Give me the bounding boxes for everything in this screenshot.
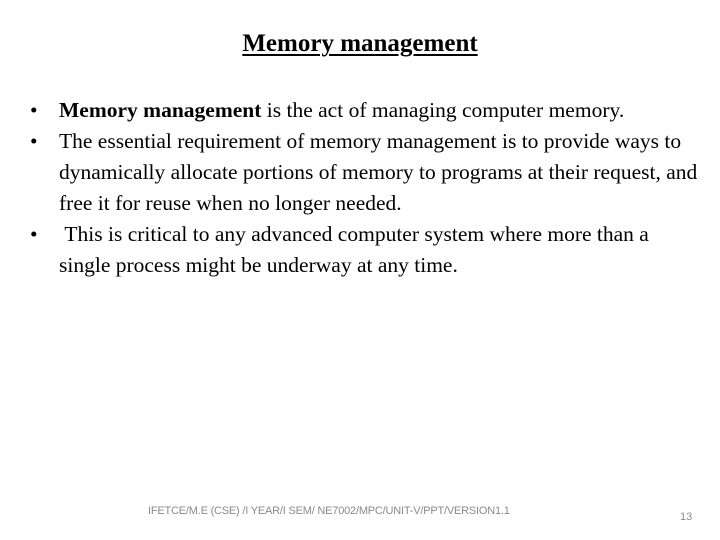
- bullet-body: This is critical to any advanced compute…: [59, 222, 655, 277]
- bullet-bold-lead: Memory management: [59, 98, 262, 122]
- bullet-icon: •: [30, 222, 38, 246]
- bullet-body: The essential requirement of memory mana…: [59, 129, 698, 215]
- bullet-icon: •: [30, 129, 38, 153]
- bullet-text: This is critical to any advanced compute…: [59, 222, 654, 277]
- bullet-item: • The essential requirement of memory ma…: [30, 126, 700, 219]
- bullet-item: • Memory management is the act of managi…: [30, 95, 700, 126]
- bullet-text: The essential requirement of memory mana…: [59, 129, 697, 215]
- bullet-icon: •: [30, 98, 38, 122]
- page-number: 13: [680, 511, 693, 523]
- bullet-text: Memory management is the act of managing…: [59, 98, 624, 122]
- bullet-item: • This is critical to any advanced compu…: [30, 219, 700, 281]
- bullet-body: is the act of managing computer memory.: [261, 98, 625, 122]
- slide-footer: IFETCE/M.E (CSE) /I YEAR/I SEM/ NE7002/M…: [148, 505, 510, 517]
- slide-title: Memory management: [242, 30, 478, 57]
- bullet-list: • Memory management is the act of managi…: [30, 95, 700, 281]
